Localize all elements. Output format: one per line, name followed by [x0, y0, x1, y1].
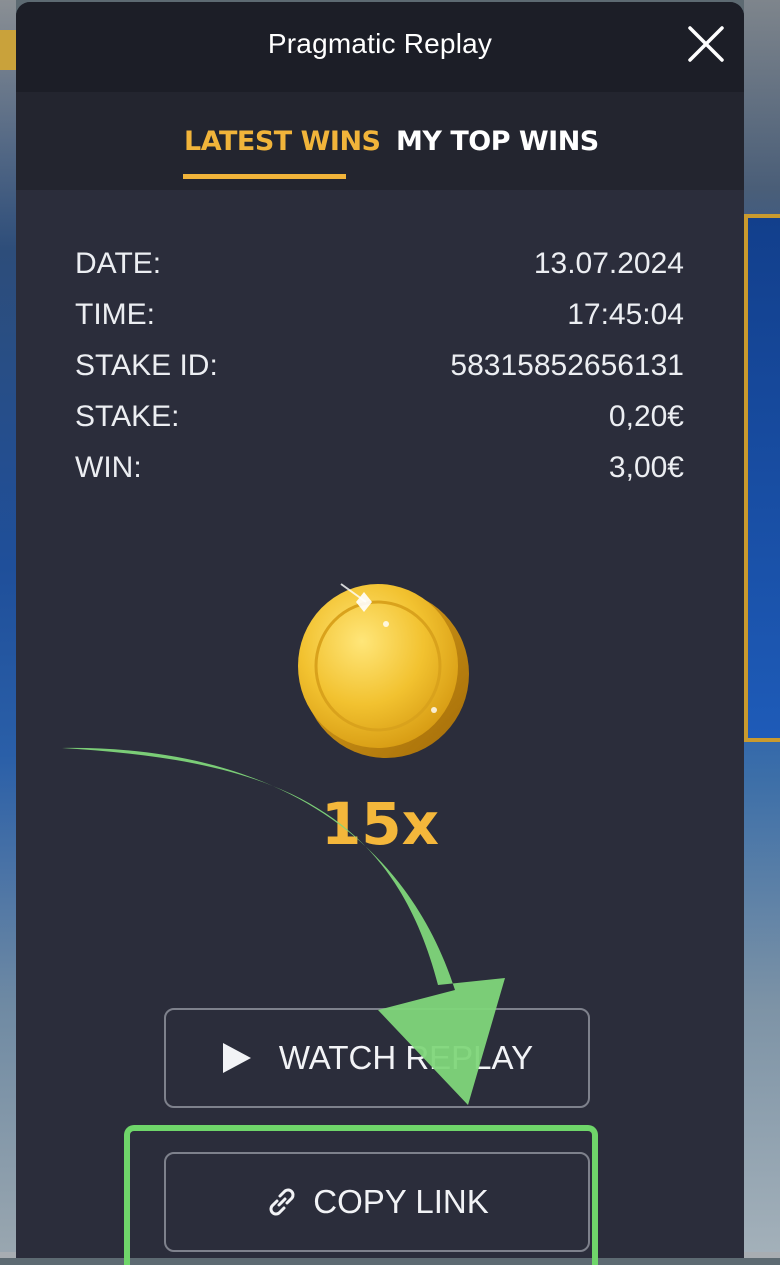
- replay-modal: Pragmatic Replay LATEST WINS MY TOP WINS…: [16, 2, 744, 1258]
- close-icon: [688, 26, 724, 62]
- detail-value: 0,20€: [608, 399, 684, 433]
- tab-bar: LATEST WINS MY TOP WINS: [16, 92, 744, 190]
- detail-row-time: TIME: 17:45:04: [75, 289, 684, 340]
- detail-row-win: WIN: 3,00€: [75, 442, 684, 493]
- active-tab-indicator: [183, 174, 346, 179]
- play-icon: [222, 1043, 251, 1073]
- watch-replay-label: WATCH REPLAY: [278, 1039, 534, 1076]
- detail-label: STAKE ID:: [75, 348, 218, 382]
- watch-replay-button[interactable]: WATCH REPLAY: [164, 1008, 590, 1108]
- detail-row-stake: STAKE: 0,20€: [75, 391, 684, 442]
- background-game-left: [0, 0, 16, 1258]
- background-game-left-accent: [0, 30, 16, 70]
- detail-value: 58315852656131: [450, 348, 684, 382]
- win-details: DATE: 13.07.2024 TIME: 17:45:04 STAKE ID…: [75, 238, 684, 493]
- detail-value: 13.07.2024: [533, 246, 684, 280]
- detail-row-date: DATE: 13.07.2024: [75, 238, 684, 289]
- close-button[interactable]: [686, 24, 726, 64]
- detail-row-stake-id: STAKE ID: 58315852656131: [75, 340, 684, 391]
- detail-label: TIME:: [75, 297, 155, 331]
- detail-value: 17:45:04: [567, 297, 684, 331]
- tab-latest-wins[interactable]: LATEST WINS: [184, 126, 381, 157]
- modal-title: Pragmatic Replay: [267, 28, 493, 59]
- modal-header: Pragmatic Replay: [16, 2, 744, 92]
- detail-label: DATE:: [75, 246, 162, 280]
- detail-value: 3,00€: [608, 450, 684, 484]
- gold-coin-icon: [286, 562, 476, 772]
- copy-link-highlight: [124, 1125, 598, 1265]
- detail-label: STAKE:: [75, 399, 180, 433]
- detail-label: WIN:: [75, 450, 142, 484]
- tab-my-top-wins[interactable]: MY TOP WINS: [396, 126, 599, 157]
- background-game-right-frame: [744, 214, 780, 742]
- win-multiplier: 15x: [320, 790, 440, 858]
